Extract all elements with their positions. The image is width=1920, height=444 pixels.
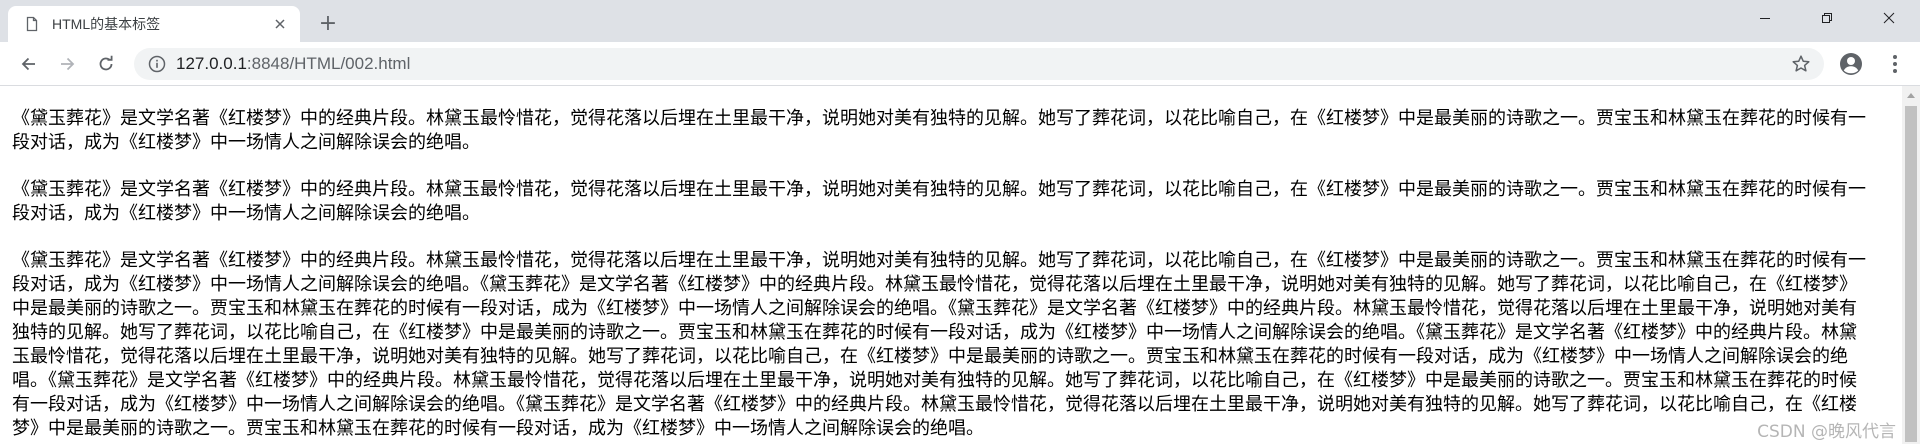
document-icon [24,16,40,32]
scrollbar-thumb[interactable] [1905,106,1917,442]
close-icon [1883,12,1895,24]
minimize-icon [1760,18,1770,19]
star-icon [1792,55,1810,72]
arrow-right-icon [61,57,75,71]
title-bar: HTML的基本标签 + [0,0,1920,42]
account-circle-icon [1840,53,1862,75]
page-viewport: 《黛玉葬花》是文学名著《红楼梦》中的经典片段。林黛玉最怜惜花，觉得花落以后埋在土… [0,86,1902,444]
vertical-scrollbar[interactable] [1902,86,1920,444]
paragraph-2: 《黛玉葬花》是文学名著《红楼梦》中的经典片段。林黛玉最怜惜花，觉得花落以后埋在土… [12,179,1866,224]
scroll-up-button[interactable] [1902,86,1920,104]
browser-toolbar: 127.0.0.1:8848/HTML/002.html [0,42,1920,86]
new-tab-button[interactable]: + [314,9,342,37]
profile-button[interactable] [1838,51,1864,77]
more-vertical-icon [1893,55,1897,73]
browser-tab[interactable]: HTML的基本标签 [8,6,300,42]
caret-up-icon [1907,93,1915,98]
paragraph-3: 《黛玉葬花》是文学名著《红楼梦》中的经典片段。林黛玉最怜惜花，觉得花落以后埋在土… [12,250,1866,439]
close-window-button[interactable] [1858,0,1920,36]
address-bar[interactable]: 127.0.0.1:8848/HTML/002.html [134,48,1824,80]
url-path: :8848/HTML/002.html [246,54,411,73]
close-icon [275,19,285,29]
restore-button[interactable] [1796,0,1858,36]
restore-icon [1822,13,1832,23]
arrow-left-icon [21,57,35,71]
bookmark-star-button[interactable] [1790,53,1812,75]
reload-button[interactable] [91,49,121,79]
menu-button[interactable] [1882,51,1908,77]
url-text[interactable]: 127.0.0.1:8848/HTML/002.html [176,54,1790,74]
plus-icon: + [318,10,338,36]
page-content: 《黛玉葬花》是文学名著《红楼梦》中的经典片段。林黛玉最怜惜花，觉得花落以后埋在土… [0,107,1874,441]
minimize-button[interactable] [1734,0,1796,36]
info-icon[interactable] [148,55,166,73]
paragraph-1: 《黛玉葬花》是文学名著《红楼梦》中的经典片段。林黛玉最怜惜花，觉得花落以后埋在土… [12,108,1866,153]
reload-icon [99,55,113,71]
forward-button[interactable] [52,49,82,79]
window-controls [1734,0,1920,36]
back-button[interactable] [14,49,44,79]
url-host: 127.0.0.1 [176,54,247,73]
tab-title: HTML的基本标签 [52,16,161,32]
close-tab-button[interactable] [270,14,290,34]
watermark: CSDN @晚风代言 [1757,422,1896,442]
